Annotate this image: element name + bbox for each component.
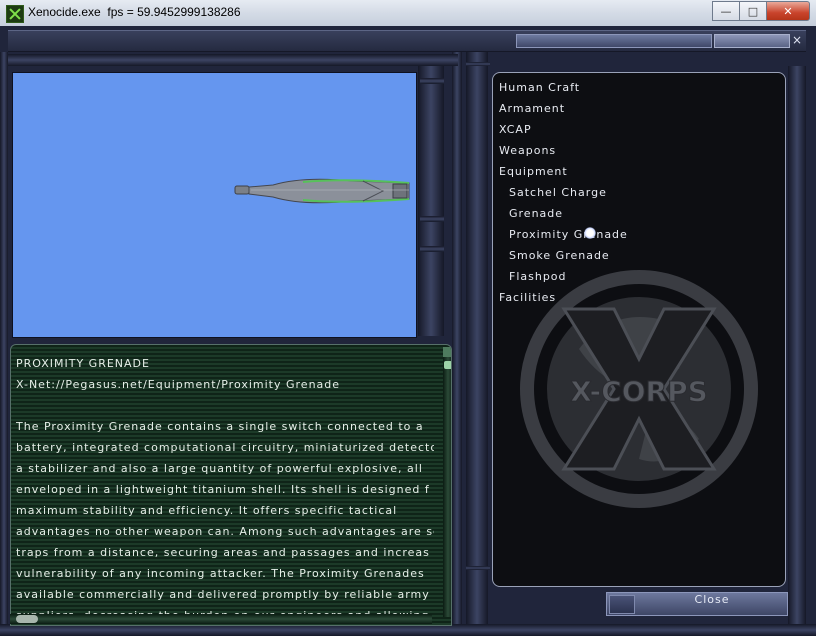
info-text[interactable]: PROXIMITY GRENADE X-Net://Pegasus.net/Eq… — [16, 353, 434, 615]
info-horizontal-scrollbar[interactable] — [10, 614, 432, 624]
tree-item-weapons[interactable]: Weapons — [493, 140, 785, 161]
game-client: × PROXIMITY GRENADE X-Net://Pegasus.net/… — [0, 26, 816, 636]
tree-item-facilities[interactable]: Facilities — [493, 287, 785, 308]
window-titlebar[interactable]: Xenocide.exe fps = 59.9452999138286 — □ … — [0, 0, 816, 27]
info-panel: PROXIMITY GRENADE X-Net://Pegasus.net/Eq… — [10, 344, 452, 626]
info-line: maximum stability and efficiency. It off… — [16, 504, 398, 517]
info-path: X-Net://Pegasus.net/Equipment/Proximity … — [16, 378, 341, 391]
tree-item-armament[interactable]: Armament — [493, 98, 785, 119]
info-heading: PROXIMITY GRENADE — [16, 357, 150, 370]
close-bar: Close — [606, 592, 788, 616]
window-controls: — □ ✕ — [712, 1, 810, 21]
close-bar-nub — [609, 595, 635, 614]
info-line: a stabilizer and also a large quantity o… — [16, 462, 423, 475]
info-line: battery, integrated computational circui… — [16, 441, 434, 454]
scroll-thumb[interactable] — [444, 361, 451, 369]
xnet-tree-panel: X-CORPS Human Craft Armament XCAP Weapon… — [492, 72, 786, 587]
close-window-button[interactable]: ✕ — [766, 1, 810, 21]
info-line: vulnerability of any incoming attacker. … — [16, 567, 425, 580]
close-button[interactable]: Close — [639, 593, 785, 615]
info-line: available commercially and delivered pro… — [16, 588, 430, 601]
panel-header-strip: × — [8, 30, 806, 52]
panel-close-x-button[interactable]: × — [790, 32, 804, 48]
info-line: traps from a distance, securing areas an… — [16, 546, 430, 559]
hscroll-thumb[interactable] — [16, 615, 38, 623]
window-title: Xenocide.exe fps = 59.9452999138286 — [28, 5, 241, 19]
tree-item-flashpod[interactable]: Flashpod — [493, 266, 785, 287]
info-line — [16, 395, 434, 416]
minimize-button[interactable]: — — [712, 1, 740, 21]
info-line: The Proximity Grenade contains a single … — [16, 420, 424, 433]
tree-item-proximity-grenade[interactable]: Proximity Grenade — [493, 224, 785, 245]
logo-text: X-CORPS — [570, 375, 708, 408]
info-vertical-scrollbar[interactable] — [443, 347, 451, 617]
model-viewport[interactable] — [12, 72, 417, 338]
info-line: enveloped in a lightweight titanium shel… — [16, 483, 430, 496]
header-slot-small — [714, 34, 790, 48]
mouse-cursor — [584, 227, 596, 239]
header-slot — [516, 34, 712, 48]
tree-item-xcap[interactable]: XCAP — [493, 119, 785, 140]
proximity-grenade-model — [234, 178, 410, 204]
info-line: advantages no other weapon can. Among su… — [16, 525, 434, 538]
scroll-up-arrow[interactable] — [443, 347, 451, 357]
app-icon — [6, 5, 24, 23]
tree-item-satchel-charge[interactable]: Satchel Charge — [493, 182, 785, 203]
tree-item-smoke-grenade[interactable]: Smoke Grenade — [493, 245, 785, 266]
tree-list: Human Craft Armament XCAP Weapons Equipm… — [493, 77, 785, 308]
tree-item-human-craft[interactable]: Human Craft — [493, 77, 785, 98]
tree-item-equipment[interactable]: Equipment — [493, 161, 785, 182]
maximize-button[interactable]: □ — [739, 1, 767, 21]
tree-item-grenade[interactable]: Grenade — [493, 203, 785, 224]
